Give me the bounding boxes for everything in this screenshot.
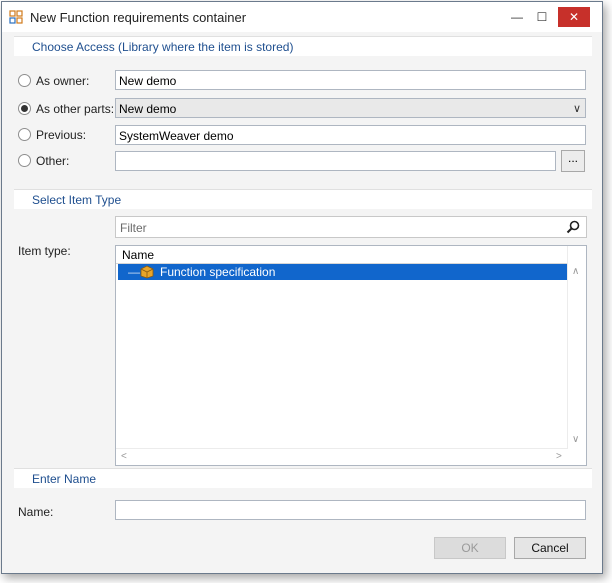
browse-button[interactable]: ... [561, 150, 585, 172]
scroll-down-icon[interactable]: ∨ [572, 434, 579, 445]
horizontal-scrollbar[interactable]: < > [116, 448, 568, 465]
dialog-window: New Function requirements container — ☐ … [1, 1, 603, 574]
name-label: Name: [18, 505, 54, 519]
item-type-label: Item type: [18, 244, 71, 258]
other-parts-label: As other parts: [36, 102, 115, 116]
access-section-header: Choose Access (Library where the item is… [14, 36, 592, 56]
item-type-list[interactable]: Name — Function specification ∧ ∨ < > [115, 245, 587, 466]
filter-input[interactable]: Filter [115, 216, 587, 238]
list-column-header[interactable]: Name [116, 246, 568, 264]
app-icon [9, 10, 23, 24]
package-icon [140, 265, 154, 279]
other-parts-combo[interactable]: New demo ∨ [115, 98, 586, 118]
scroll-right-icon[interactable]: > [556, 451, 562, 462]
name-heading: Enter Name [32, 472, 97, 486]
owner-radio[interactable] [18, 74, 31, 87]
name-section-header: Enter Name [14, 468, 592, 488]
title-bar: New Function requirements container — ☐ … [2, 2, 602, 32]
other-parts-value: New demo [119, 102, 177, 116]
owner-label: As owner: [36, 74, 90, 88]
list-item-label: Function specification [160, 265, 276, 279]
owner-field[interactable]: New demo [115, 70, 586, 90]
search-icon[interactable] [566, 220, 580, 234]
other-radio[interactable] [18, 154, 31, 167]
minimize-button[interactable]: — [504, 7, 530, 27]
ok-button[interactable]: OK [434, 537, 506, 559]
access-heading: Choose Access (Library where the item is… [32, 40, 294, 54]
tree-connector: — [128, 265, 140, 279]
previous-field[interactable]: SystemWeaver demo [115, 125, 586, 145]
vertical-scrollbar[interactable]: ∧ ∨ [567, 246, 586, 451]
cancel-button[interactable]: Cancel [514, 537, 586, 559]
previous-label: Previous: [36, 128, 87, 142]
other-field[interactable] [115, 151, 556, 171]
scroll-up-icon[interactable]: ∧ [572, 266, 579, 277]
item-type-heading: Select Item Type [32, 193, 122, 207]
other-parts-radio[interactable] [18, 102, 31, 115]
name-field[interactable] [115, 500, 586, 520]
window-title: New Function requirements container [30, 10, 247, 25]
maximize-button[interactable]: ☐ [529, 7, 555, 27]
list-item[interactable]: — Function specification [118, 264, 568, 280]
close-button[interactable]: ✕ [558, 7, 590, 27]
chevron-down-icon: ∨ [572, 103, 581, 115]
previous-radio[interactable] [18, 128, 31, 141]
other-label: Other: [36, 154, 70, 168]
item-type-section-header: Select Item Type [14, 189, 592, 209]
scroll-left-icon[interactable]: < [121, 451, 127, 462]
column-name-label: Name [122, 248, 155, 262]
filter-placeholder: Filter [120, 221, 147, 235]
